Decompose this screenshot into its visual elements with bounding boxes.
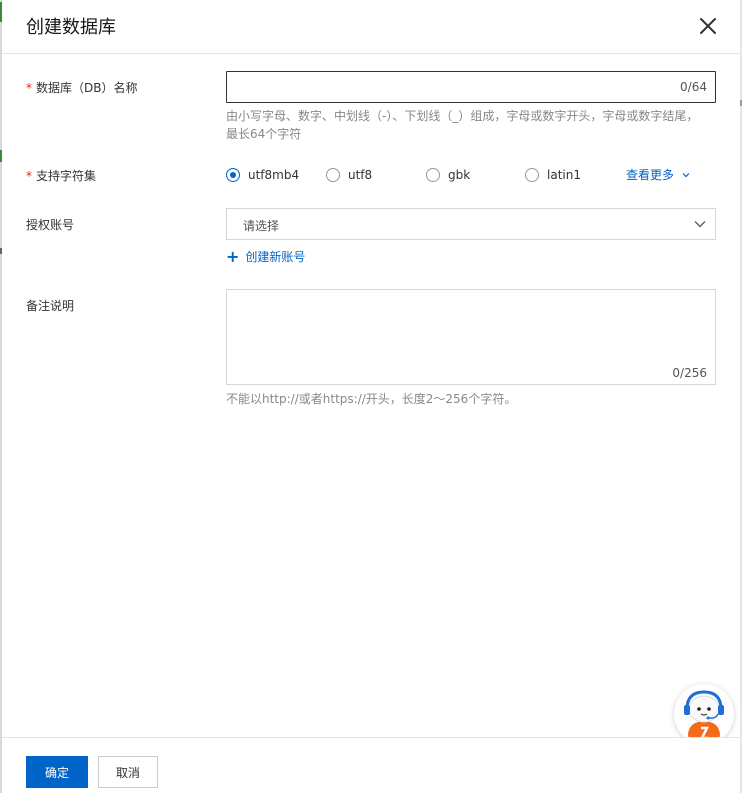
edge-marker [0, 248, 2, 254]
remark-label: 备注说明 [26, 299, 75, 313]
radio-unchecked-icon [326, 168, 340, 182]
dialog-footer: 确定 取消 [2, 737, 740, 793]
db-name-input[interactable]: 0/64 [226, 71, 716, 103]
db-name-hint-line: 最长64个字符 [226, 127, 302, 141]
charset-label: 支持字符集 [36, 169, 97, 183]
required-mark: * [26, 81, 32, 95]
radio-utf8mb4[interactable]: utf8mb4 [226, 166, 299, 184]
radio-latin1[interactable]: latin1 [525, 166, 581, 184]
remark-counter: 0/256 [672, 366, 707, 380]
account-select[interactable]: 请选择 [226, 208, 716, 240]
db-name-hint-line: 由小写字母、数字、中划线（-）、下划线（_）组成，字母或数字开头，字母或数字结尾… [226, 109, 699, 123]
radio-label: utf8 [348, 168, 373, 182]
close-button[interactable] [696, 14, 720, 38]
radio-utf8[interactable]: utf8 [326, 166, 372, 184]
db-name-label-group: * 数据库（DB）名称 [26, 79, 137, 96]
radio-unchecked-icon [525, 168, 539, 182]
close-icon [700, 18, 716, 34]
db-name-counter: 0/64 [680, 80, 707, 94]
radio-label: utf8mb4 [248, 168, 300, 182]
chevron-down-icon [682, 172, 690, 177]
assistant-button[interactable] [674, 684, 734, 744]
required-mark: * [26, 169, 32, 183]
chevron-down-icon [694, 221, 706, 228]
radio-label: gbk [448, 168, 471, 182]
account-select-placeholder: 请选择 [243, 219, 280, 233]
assistant-avatar-icon [684, 690, 724, 744]
radio-gbk[interactable]: gbk [426, 166, 470, 184]
db-name-hint: 由小写字母、数字、中划线（-）、下划线（_）组成，字母或数字开头，字母或数字结尾… [226, 107, 698, 143]
create-account-label: 创建新账号 [245, 250, 306, 264]
db-name-label: 数据库（DB）名称 [36, 81, 138, 95]
plus-icon: + [226, 246, 240, 266]
cancel-button[interactable]: 取消 [98, 756, 158, 788]
dialog-header: 创建数据库 [2, 0, 740, 54]
confirm-button[interactable]: 确定 [26, 756, 88, 788]
account-label: 授权账号 [26, 218, 75, 232]
radio-label: latin1 [547, 168, 581, 182]
remark-hint: 不能以http://或者https://开头，长度2～256个字符。 [226, 392, 517, 406]
edge-marker [0, 150, 2, 162]
view-more-label: 查看更多 [626, 168, 675, 182]
view-more-link[interactable]: 查看更多 [626, 166, 691, 183]
dialog-title: 创建数据库 [26, 17, 116, 38]
create-account-link[interactable]: + 创建新账号 [226, 248, 305, 265]
left-window-edge [0, 0, 2, 793]
remark-textarea[interactable]: 0/256 [226, 289, 716, 385]
charset-label-group: * 支持字符集 [26, 167, 96, 184]
radio-checked-icon [226, 168, 240, 182]
radio-unchecked-icon [426, 168, 440, 182]
